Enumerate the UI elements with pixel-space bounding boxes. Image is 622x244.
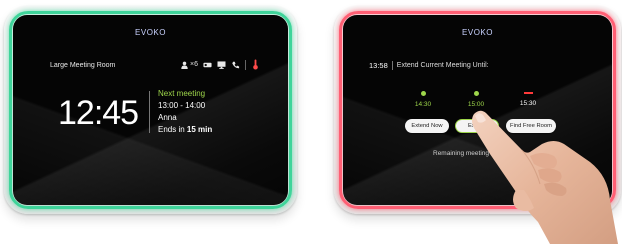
extend-title: Extend Current Meeting Until: [396, 62, 489, 69]
display-icon [217, 60, 226, 69]
capacity-indicator: ×6 [180, 61, 198, 69]
available-indicator [473, 91, 479, 96]
countdown-value: 15 min [186, 125, 213, 134]
busy-indicator [523, 92, 533, 94]
next-meeting-time: 13:00 - 14:00 [158, 101, 206, 110]
brand-logo: EVOKO [135, 28, 166, 37]
brand-logo: EVOKO [462, 28, 493, 37]
projector-icon [203, 62, 212, 67]
divider [149, 91, 150, 133]
meeting-countdown: Ends in 15 min [158, 125, 212, 134]
thermometer-icon [253, 59, 258, 70]
panel-screen: EVOKO Large Meeting Room ×6 12:45 Next m… [13, 15, 288, 205]
room-equipment-icons: ×6 [180, 59, 260, 70]
countdown-label: Ends in [158, 125, 187, 134]
hand-pointing-image [472, 110, 618, 244]
capacity-count: ×6 [190, 61, 198, 68]
extend-header: 13:58 Extend Current Meeting Until: [369, 61, 489, 70]
icon-divider [244, 59, 246, 70]
room-panel-device-available: EVOKO Large Meeting Room ×6 12:45 Next m… [4, 6, 297, 214]
next-meeting-title: Next meeting [158, 89, 206, 98]
divider [391, 61, 393, 70]
person-icon [181, 61, 188, 69]
current-time: 12:45 [58, 94, 139, 132]
phone-icon [232, 61, 240, 68]
next-meeting-organizer: Anna [158, 113, 177, 122]
room-name: Large Meeting Room [50, 62, 116, 69]
available-indicator [420, 91, 426, 96]
current-time: 13:58 [369, 61, 388, 70]
